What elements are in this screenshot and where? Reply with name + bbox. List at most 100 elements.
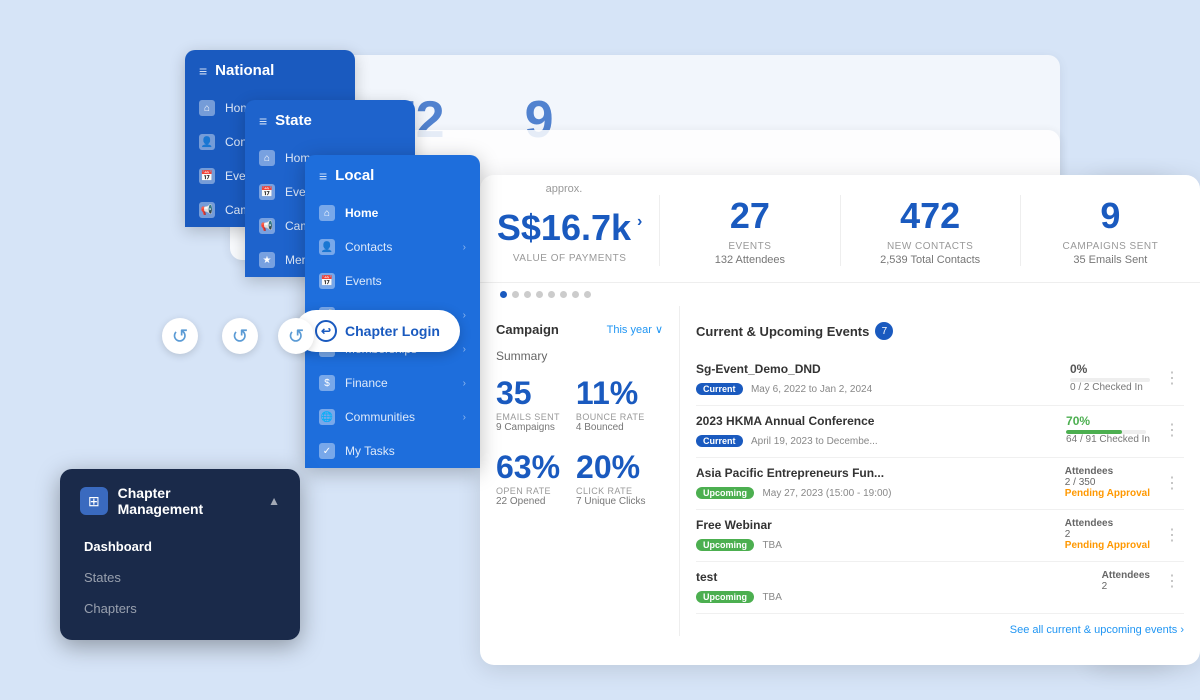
events-title: Current & Upcoming Events: [696, 324, 869, 339]
event-progress-2: 70% 64 / 91 Checked In: [1066, 414, 1150, 445]
events-sub: 132 Attendees: [676, 254, 823, 266]
login-icon: ↩: [315, 320, 337, 342]
event-menu-2[interactable]: ⋮: [1160, 420, 1184, 440]
campaigns-sub: 35 Emails Sent: [1037, 254, 1184, 266]
stat-campaigns: 9 CAMPAIGNS SENT 35 Emails Sent: [1021, 195, 1200, 266]
local-header: ≡ Local: [305, 155, 480, 196]
event-meta-2: Current April 19, 2023 to Decembe...: [696, 431, 1066, 449]
event-menu-1[interactable]: ⋮: [1160, 368, 1184, 388]
chapter-mgmt-chevron-icon[interactable]: ▲: [268, 494, 280, 508]
local-finance[interactable]: $ Finance ›: [305, 366, 480, 400]
event-row: Sg-Event_Demo_DND Current May 6, 2022 to…: [696, 354, 1184, 406]
chapter-menu-dashboard[interactable]: Dashboard: [80, 531, 280, 562]
click-rate-stat: 20% CLICK RATE 7 Unique Clicks: [576, 449, 645, 507]
nav-arrow-1[interactable]: ↺: [162, 318, 198, 354]
national-hamburger-icon[interactable]: ≡: [199, 63, 207, 79]
dot-7[interactable]: [572, 291, 579, 298]
event-name-2: 2023 HKMA Annual Conference: [696, 414, 1066, 428]
contacts-label: NEW CONTACTS: [857, 241, 1004, 252]
stat-contacts: 472 NEW CONTACTS 2,539 Total Contacts: [841, 195, 1021, 266]
event-attendees-5: Attendees 2: [1102, 570, 1150, 592]
dot-4[interactable]: [536, 291, 543, 298]
event-left-4: Free Webinar Upcoming TBA: [696, 518, 1065, 553]
event-right-1: 0% 0 / 2 Checked In ⋮: [1070, 362, 1184, 393]
event-menu-5[interactable]: ⋮: [1160, 571, 1184, 591]
campaign-rates-stats: 63% OPEN RATE 22 Opened 20% CLICK RATE 7…: [496, 449, 663, 507]
bounce-rate-label: BOUNCE RATE: [576, 412, 645, 422]
click-rate-sub: 7 Unique Clicks: [576, 496, 645, 507]
dot-1[interactable]: [500, 291, 507, 298]
contacts-icon: 👤: [199, 134, 215, 150]
event-badge-4: Upcoming: [696, 539, 754, 551]
campaigns-chevron-icon: ›: [463, 310, 466, 321]
stat-events: 27 EVENTS 132 Attendees: [660, 195, 840, 266]
chapter-login-button[interactable]: ↩ Chapter Login: [295, 310, 460, 352]
event-menu-4[interactable]: ⋮: [1160, 525, 1184, 545]
chapter-login-label: Chapter Login: [345, 323, 440, 339]
local-tasks[interactable]: ✓ My Tasks: [305, 434, 480, 468]
carousel-dots: [480, 283, 1200, 306]
local-events[interactable]: 📅 Events: [305, 264, 480, 298]
events-count: 7: [875, 322, 893, 340]
event-right-3: Attendees 2 / 350 Pending Approval ⋮: [1065, 466, 1184, 499]
event-menu-3[interactable]: ⋮: [1160, 473, 1184, 493]
campaign-emails-stats: 35 EMAILS SENT 9 Campaigns 11% BOUNCE RA…: [496, 375, 663, 433]
stat-campaigns-value: 9: [1037, 195, 1184, 237]
open-rate-label: OPEN RATE: [496, 486, 560, 496]
events-panel: Current & Upcoming Events 7 Sg-Event_Dem…: [680, 306, 1200, 636]
dot-5[interactable]: [548, 291, 555, 298]
campaign-panel: Campaign This year ∨ Summary 35 EMAILS S…: [480, 306, 680, 636]
event-date-1: May 6, 2022 to Jan 2, 2024: [751, 384, 872, 395]
event-name-1: Sg-Event_Demo_DND: [696, 362, 1070, 376]
local-title: Local: [335, 167, 374, 184]
events-icon: 📅: [199, 168, 215, 184]
main-dashboard-card: approx. S$16.7k › VALUE OF PAYMENTS 27 E…: [480, 175, 1200, 665]
nav-arrow-3[interactable]: ↺: [278, 318, 314, 354]
dot-6[interactable]: [560, 291, 567, 298]
payments-chevron[interactable]: ›: [637, 213, 642, 231]
chapter-mgmt-title: Chapter Management: [118, 485, 258, 517]
approx-label: approx.: [546, 183, 583, 195]
nav-arrow-2[interactable]: ↺: [222, 318, 258, 354]
this-year-filter[interactable]: This year ∨: [607, 323, 663, 336]
local-contacts[interactable]: 👤 Contacts ›: [305, 230, 480, 264]
chapter-mgmt-icon: ⊞: [80, 487, 108, 515]
emails-sent-stat: 35 EMAILS SENT 9 Campaigns: [496, 375, 560, 433]
stat-payments: approx. S$16.7k › VALUE OF PAYMENTS: [480, 195, 660, 266]
stat-payments-value: approx. S$16.7k ›: [496, 195, 643, 249]
state-events-icon: 📅: [259, 184, 275, 200]
dot-8[interactable]: [584, 291, 591, 298]
event-row: Asia Pacific Entrepreneurs Fun... Upcomi…: [696, 458, 1184, 510]
event-row: Free Webinar Upcoming TBA Attendees 2 Pe…: [696, 510, 1184, 562]
dot-3[interactable]: [524, 291, 531, 298]
contacts-chevron-icon: ›: [463, 242, 466, 253]
chapter-menu-states[interactable]: States: [80, 562, 280, 593]
see-all-events[interactable]: See all current & upcoming events ›: [696, 624, 1184, 636]
state-home-icon: ⌂: [259, 150, 275, 166]
event-progress-1: 0% 0 / 2 Checked In: [1070, 362, 1150, 393]
event-meta-3: Upcoming May 27, 2023 (15:00 - 19:00): [696, 483, 1065, 501]
open-rate-sub: 22 Opened: [496, 496, 560, 507]
event-left-5: test Upcoming TBA: [696, 570, 1102, 605]
content-area: Campaign This year ∨ Summary 35 EMAILS S…: [480, 306, 1200, 636]
event-meta-4: Upcoming TBA: [696, 535, 1065, 553]
chapter-menu-chapters[interactable]: Chapters: [80, 593, 280, 624]
state-hamburger-icon[interactable]: ≡: [259, 113, 267, 129]
event-date-4: TBA: [762, 540, 781, 551]
local-events-icon: 📅: [319, 273, 335, 289]
stat-contacts-value: 472: [857, 195, 1004, 237]
stats-row: approx. S$16.7k › VALUE OF PAYMENTS 27 E…: [480, 175, 1200, 283]
emails-sent-label: EMAILS SENT: [496, 412, 560, 422]
campaigns-icon: 📢: [199, 202, 215, 218]
dot-2[interactable]: [512, 291, 519, 298]
local-home[interactable]: ⌂ Home: [305, 196, 480, 230]
bounce-rate-sub: 4 Bounced: [576, 422, 645, 433]
bounce-rate-stat: 11% BOUNCE RATE 4 Bounced: [576, 375, 645, 433]
local-communities[interactable]: 🌐 Communities ›: [305, 400, 480, 434]
event-name-4: Free Webinar: [696, 518, 1065, 532]
local-hamburger-icon[interactable]: ≡: [319, 168, 327, 184]
event-badge-3: Upcoming: [696, 487, 754, 499]
state-header: ≡ State: [245, 100, 415, 141]
event-left-3: Asia Pacific Entrepreneurs Fun... Upcomi…: [696, 466, 1065, 501]
emails-sent-value: 35: [496, 375, 560, 412]
